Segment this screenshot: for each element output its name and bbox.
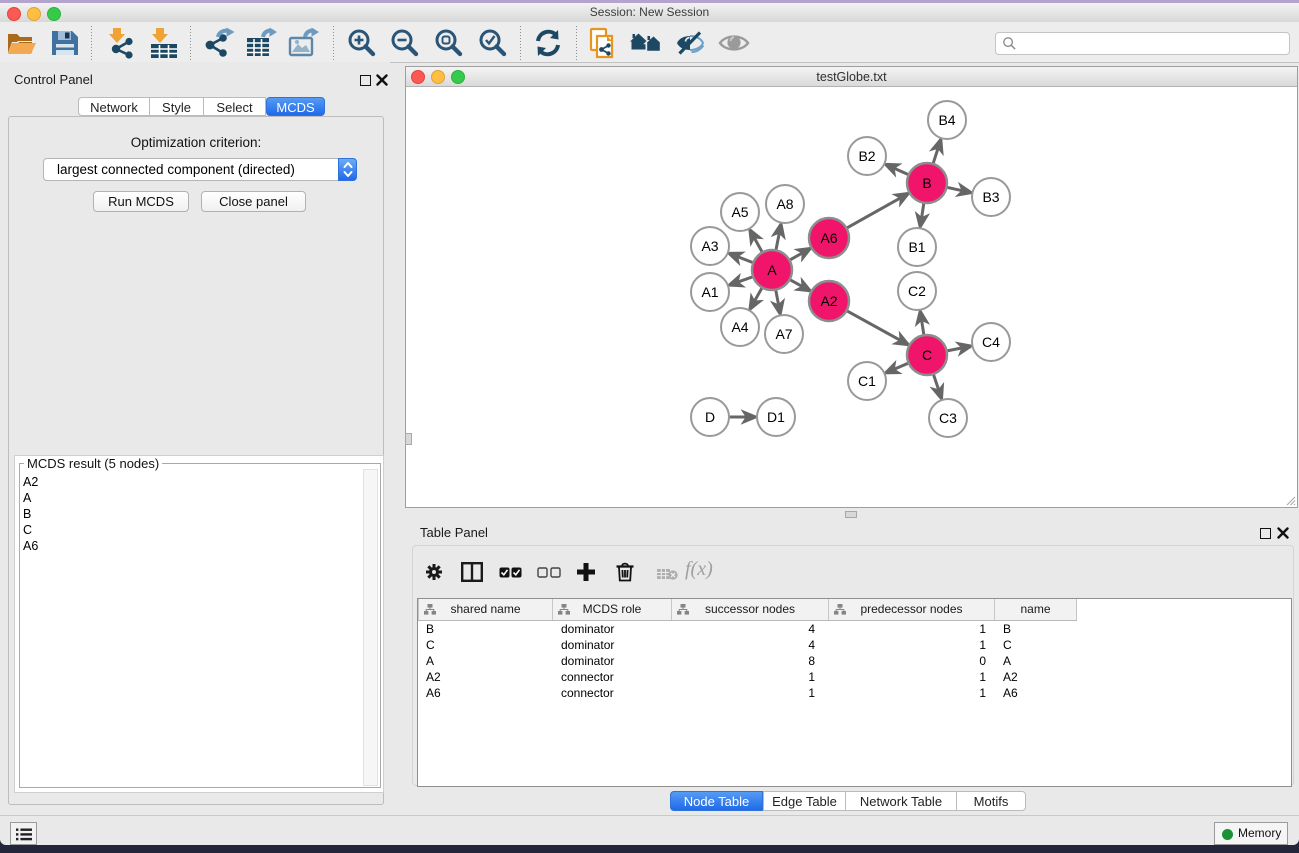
- svg-text:A7: A7: [775, 326, 792, 342]
- svg-text:A1: A1: [701, 284, 718, 300]
- svg-text:B: B: [922, 175, 931, 191]
- svg-text:C1: C1: [858, 373, 876, 389]
- svg-text:B2: B2: [858, 148, 875, 164]
- svg-text:A8: A8: [776, 196, 793, 212]
- svg-text:C: C: [922, 347, 932, 363]
- svg-text:A: A: [767, 262, 777, 278]
- svg-text:A4: A4: [731, 319, 748, 335]
- svg-text:C3: C3: [939, 410, 957, 426]
- svg-text:A6: A6: [820, 230, 837, 246]
- svg-text:C2: C2: [908, 283, 926, 299]
- svg-text:C4: C4: [982, 334, 1000, 350]
- svg-text:A3: A3: [701, 238, 718, 254]
- svg-text:B1: B1: [908, 239, 925, 255]
- svg-text:B3: B3: [982, 189, 999, 205]
- svg-text:A2: A2: [820, 293, 837, 309]
- svg-text:A5: A5: [731, 204, 748, 220]
- svg-text:B4: B4: [938, 112, 955, 128]
- svg-text:D: D: [705, 409, 715, 425]
- svg-text:D1: D1: [767, 409, 785, 425]
